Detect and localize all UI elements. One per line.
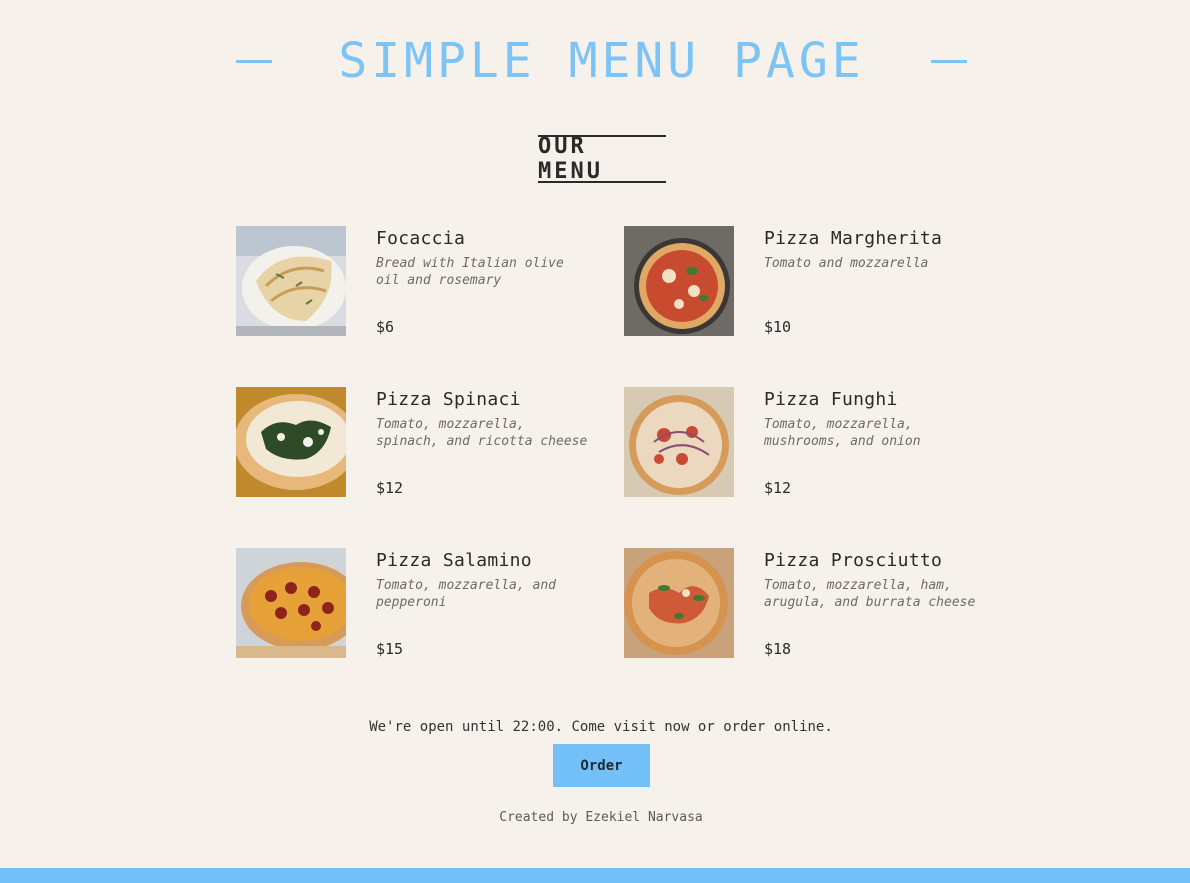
menu-item-description: Tomato, mozzarella, ham, arugula, and bu… <box>764 578 976 610</box>
menu-item-pizza-prosciutto: Pizza Prosciutto Tomato, mozzarella, ham… <box>624 548 976 658</box>
menu-item-pizza-salamino: Pizza Salamino Tomato, mozzarella, and p… <box>236 548 624 658</box>
menu-item-info: Pizza Salamino Tomato, mozzarella, and p… <box>376 548 596 658</box>
menu-item-description: Tomato, mozzarella, spinach, and ricotta… <box>376 417 588 449</box>
credit-text: Created by Ezekiel Narvasa <box>499 810 703 825</box>
right-dash-decoration <box>931 59 967 63</box>
footer-bar <box>0 868 1190 883</box>
menu-grid: Focaccia Bread with Italian olive oil an… <box>236 226 976 658</box>
pizza-spinaci-image <box>236 387 346 497</box>
menu-item-focaccia: Focaccia Bread with Italian olive oil an… <box>236 226 624 336</box>
pizza-margherita-image <box>624 226 734 336</box>
pizza-funghi-image <box>624 387 734 497</box>
menu-item-description: Tomato, mozzarella, and pepperoni <box>376 578 557 610</box>
menu-item-name: Pizza Funghi <box>764 389 898 410</box>
menu-item-description: Bread with Italian olive oil and rosemar… <box>376 256 564 288</box>
menu-item-name: Pizza Spinaci <box>376 389 521 410</box>
menu-heading: OUR MENU <box>538 134 666 184</box>
menu-item-description: Tomato, mozzarella, mushrooms, and onion <box>764 417 921 449</box>
menu-item-price: $10 <box>764 318 792 336</box>
order-button[interactable]: Order <box>553 744 650 787</box>
menu-item-name: Pizza Margherita <box>764 228 943 249</box>
focaccia-image <box>236 226 346 336</box>
menu-item-info: Pizza Funghi Tomato, mozzarella, mushroo… <box>764 387 979 497</box>
menu-item-description: Tomato and mozzarella <box>764 256 929 271</box>
menu-item-info: Pizza Prosciutto Tomato, mozzarella, ham… <box>764 548 979 658</box>
pizza-salamino-image <box>236 548 346 658</box>
menu-item-pizza-funghi: Pizza Funghi Tomato, mozzarella, mushroo… <box>624 387 976 497</box>
menu-item-name: Focaccia <box>376 228 466 249</box>
menu-item-info: Pizza Spinaci Tomato, mozzarella, spinac… <box>376 387 596 497</box>
menu-item-info: Pizza Margherita Tomato and mozzarella $… <box>764 226 979 336</box>
menu-item-name: Pizza Salamino <box>376 550 532 571</box>
menu-item-price: $18 <box>764 640 792 658</box>
opening-hours-text: We're open until 22:00. Come visit now o… <box>369 719 833 735</box>
page-header: SIMPLE MENU PAGE <box>236 28 967 94</box>
menu-item-info: Focaccia Bread with Italian olive oil an… <box>376 226 596 336</box>
menu-item-price: $6 <box>376 318 395 336</box>
menu-item-pizza-margherita: Pizza Margherita Tomato and mozzarella $… <box>624 226 976 336</box>
menu-item-price: $15 <box>376 640 404 658</box>
pizza-prosciutto-image <box>624 548 734 658</box>
menu-item-name: Pizza Prosciutto <box>764 550 943 571</box>
page-title: SIMPLE MENU PAGE <box>338 33 865 89</box>
menu-item-pizza-spinaci: Pizza Spinaci Tomato, mozzarella, spinac… <box>236 387 624 497</box>
menu-item-price: $12 <box>376 479 404 497</box>
left-dash-decoration <box>236 59 272 63</box>
menu-item-price: $12 <box>764 479 792 497</box>
